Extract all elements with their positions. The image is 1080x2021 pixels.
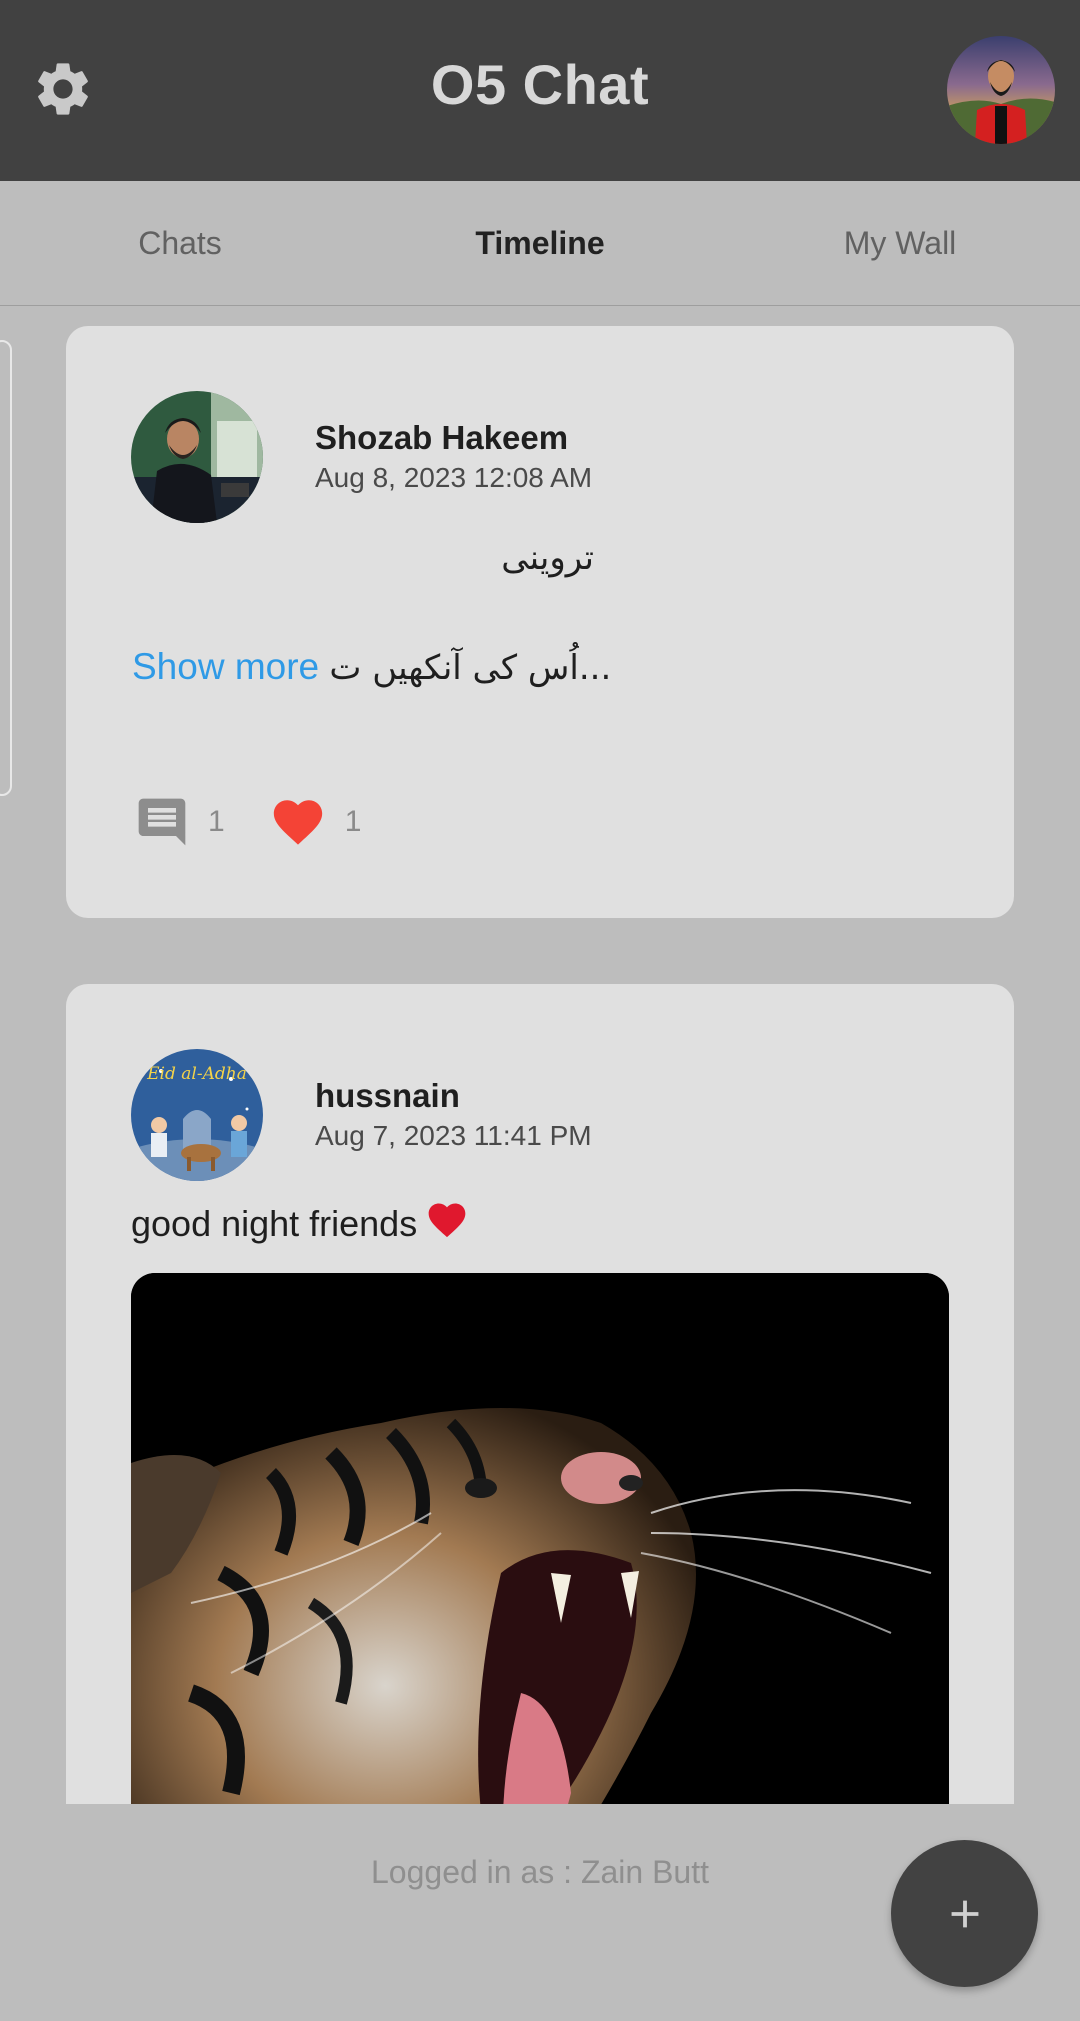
avatar-caption: Eid al-Adha bbox=[146, 1064, 247, 1084]
red-heart-emoji-icon bbox=[425, 1198, 469, 1251]
author-avatar[interactable] bbox=[131, 391, 263, 523]
show-more-link[interactable]: Show more bbox=[132, 646, 319, 687]
post-card[interactable]: Shozab Hakeem Aug 8, 2023 12:08 AM تروین… bbox=[66, 326, 1014, 918]
comment-icon bbox=[138, 798, 186, 846]
app-header: O5 Chat bbox=[0, 0, 1080, 181]
profile-avatar[interactable] bbox=[947, 36, 1055, 144]
author-avatar-image bbox=[131, 391, 263, 523]
author-avatar-image: Eid al-Adha bbox=[131, 1049, 263, 1181]
post-text: good night friends bbox=[131, 1198, 469, 1251]
post-title: تروینی bbox=[501, 538, 594, 578]
drawer-edge-handle[interactable] bbox=[0, 340, 12, 796]
like-count: 1 bbox=[344, 805, 362, 838]
timeline-feed[interactable]: Shozab Hakeem Aug 8, 2023 12:08 AM تروین… bbox=[0, 306, 1080, 1804]
heart-icon bbox=[273, 800, 322, 845]
comment-button[interactable]: 1 bbox=[134, 794, 225, 850]
post-timestamp: Aug 7, 2023 11:41 PM bbox=[315, 1120, 592, 1151]
plus-icon bbox=[951, 1900, 978, 1927]
tab-chats[interactable]: Chats bbox=[40, 181, 320, 305]
profile-avatar-image bbox=[947, 36, 1055, 144]
post-timestamp: Aug 8, 2023 12:08 AM bbox=[315, 462, 593, 493]
new-post-button[interactable] bbox=[891, 1840, 1038, 1987]
post-excerpt: اُس کی آنکھیں ت... bbox=[329, 648, 612, 688]
tiger-photo bbox=[131, 1273, 949, 1804]
tab-timeline[interactable]: Timeline bbox=[400, 181, 680, 305]
post-image[interactable] bbox=[131, 1273, 949, 1804]
comment-count: 1 bbox=[208, 805, 225, 838]
like-button[interactable]: 1 bbox=[269, 793, 362, 851]
post-excerpt-row: Show more اُس کی آنکھیں ت... bbox=[132, 646, 611, 688]
post-author-name[interactable]: Shozab Hakeem bbox=[315, 419, 568, 457]
post-actions: 1 1 bbox=[134, 792, 361, 852]
tab-my-wall[interactable]: My Wall bbox=[760, 181, 1040, 305]
app-title: O5 Chat bbox=[430, 53, 650, 116]
author-avatar[interactable]: Eid al-Adha bbox=[131, 1049, 263, 1181]
tab-bar: Chats Timeline My Wall bbox=[0, 181, 1080, 306]
post-card[interactable]: Eid al-Adha hussnain Aug 7, 2023 11:41 P… bbox=[66, 984, 1014, 1804]
post-author-name[interactable]: hussnain bbox=[315, 1077, 460, 1115]
post-text-content: good night friends bbox=[131, 1203, 418, 1244]
